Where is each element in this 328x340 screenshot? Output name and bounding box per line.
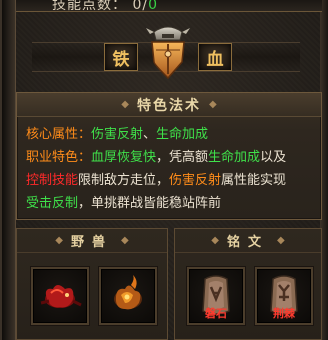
description-line: 受击反制，单挑群战皆能稳站阵前 [26,192,318,215]
description-segment: ，凭高额 [156,150,209,165]
skill-points-text: 技能点数： 0/0 [52,0,158,12]
rune-title-row: ◆ 铭文 ◆ [175,229,321,253]
description-segment: 血厚恢复快 [91,150,157,165]
skill-points-current: 0/ [132,0,149,12]
description-segment: 属性能实现 [221,173,287,188]
class-char-right: 血 [198,43,232,71]
feature-description-text: 核心属性：伤害反射、生命加成 职业特色：血厚恢复快，凭高额生命加成以及 控制技能限制… [26,123,318,215]
description-segment: 核心属性： [26,127,92,142]
rune-slot-1[interactable]: 磐石 [187,267,245,325]
ornament-left-icon: ◆ [55,235,63,246]
skill-points-strip: 技能点数： 0/0 [16,0,322,12]
description-segment: 生命加成 [156,127,209,142]
fire-beast-icon [114,275,142,310]
feature-description-box: ◆ 特色法术 ◆ 核心属性：伤害反射、生命加成 职业特色：血厚恢复快，凭高额生命加… [16,92,322,220]
rune-label: 磐石 [205,307,227,320]
description-segment: 以及 [260,150,287,165]
description-line: 核心属性：伤害反射、生命加成 [26,123,318,146]
description-segment: 职业特色： [26,150,92,165]
red-beast-icon [40,285,82,308]
description-line: 职业特色：血厚恢复快，凭高额生命加成以及 [26,146,318,169]
beast-title: 野兽 [70,235,113,250]
description-segment: 、 [143,127,157,142]
rune-title: 铭文 [226,235,269,250]
rune-label: 荆棘 [273,307,295,320]
description-line: 控制技能限制敌方走位，伤害反射属性能实现 [26,169,318,192]
ornament-right-icon: ◆ [209,99,217,110]
skill-points-label: 技能点数： [52,0,127,12]
shield-helmet-emblem-icon [146,26,190,80]
left-frame-rail [2,0,16,340]
beast-section: ◆ 野兽 ◆ [16,228,168,340]
ornament-right-icon: ◆ [121,235,129,246]
ornament-left-icon: ◆ [121,99,129,110]
description-segment: 伤害反射 [169,173,222,188]
description-segment: 控制技能 [26,173,79,188]
feature-title: 特色法术 [137,97,201,114]
beast-slot-2[interactable] [99,267,157,325]
skill-points-max: 0 [148,0,158,12]
feature-title-row: ◆ 特色法术 ◆ [17,93,321,117]
rune-slot-2[interactable]: 荆棘 [255,267,313,325]
description-segment: 伤害反射 [91,127,144,142]
ornament-right-icon: ◆ [277,235,285,246]
description-segment: 限制敌方走位， [78,173,170,188]
ornament-left-icon: ◆ [211,235,219,246]
class-char-left: 铁 [104,43,138,71]
beast-slot-1[interactable] [31,267,89,325]
beast-title-row: ◆ 野兽 ◆ [17,229,167,253]
class-header: 铁 血 [32,26,300,92]
description-segment: ，单挑群战皆能稳站阵前 [78,196,222,211]
description-segment: 生命加成 [208,150,261,165]
description-segment: 受击反制 [26,196,79,211]
rune-section: ◆ 铭文 ◆ 磐石 荆棘 [174,228,322,340]
skill-panel: 技能点数： 0/0 铁 血 ◆ 特色法术 ◆ 核心属性：伤害反射、生命加成 职业… [0,0,328,340]
